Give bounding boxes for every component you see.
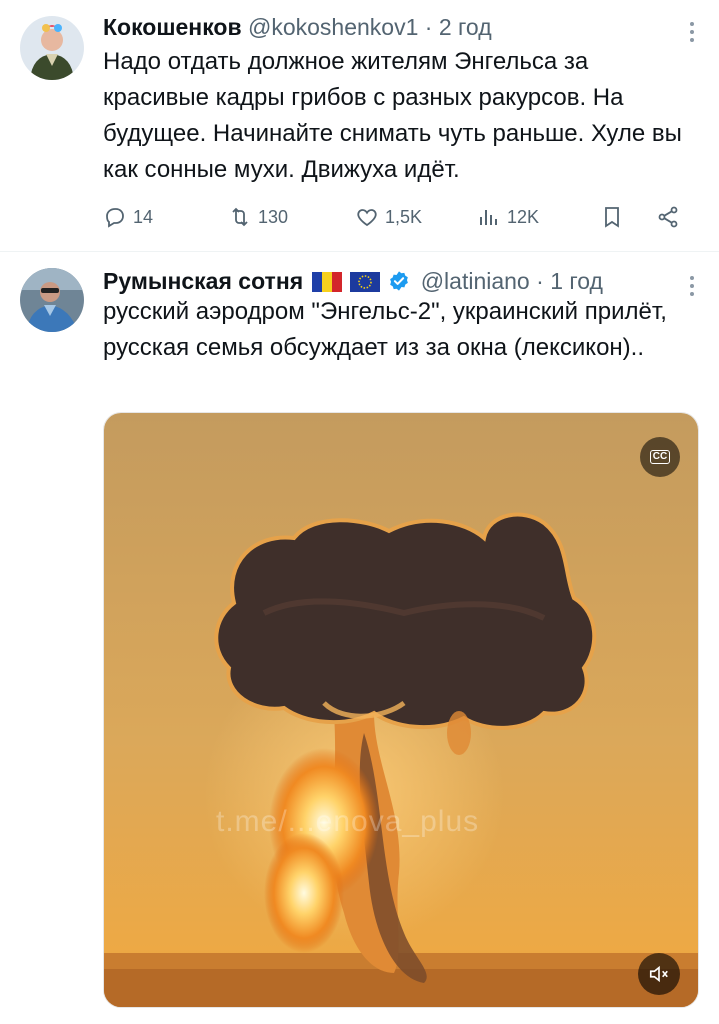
avatar[interactable] (20, 16, 84, 80)
share-button[interactable] (656, 200, 686, 234)
reply-icon (106, 208, 124, 228)
mute-button[interactable] (638, 953, 680, 995)
author-handle[interactable]: @kokoshenkov1 (248, 14, 418, 40)
mute-icon (649, 965, 668, 983)
repost-count: 130 (258, 206, 289, 227)
more-icon[interactable] (687, 22, 697, 42)
bookmark-button[interactable] (600, 200, 630, 234)
avatar[interactable] (20, 268, 84, 332)
tweet-text: русский аэродром "Энгельс-2", украинский… (103, 298, 667, 361)
tweet-header: Румынская сотня @latiniano · 1 год (103, 266, 669, 296)
separator: · (424, 14, 433, 40)
reply-count: 14 (133, 206, 154, 227)
author-name[interactable]: Румынская сотня (103, 268, 303, 294)
author-name[interactable]: Кокошенков (103, 14, 242, 40)
like-count: 1,5K (385, 206, 423, 227)
separator: · (536, 268, 544, 294)
tweet[interactable]: Кокошенков @kokoshenkov1 · 2 год Надо от… (0, 0, 719, 252)
like-icon (357, 209, 377, 227)
views-icon (480, 210, 497, 225)
tweet-text: Надо отдать должное жителям Энгельса за … (103, 48, 682, 183)
tweet[interactable]: Румынская сотня @latiniano · 1 год русск… (0, 252, 719, 1024)
views-button[interactable]: 12K (477, 200, 539, 234)
action-bar: 14 130 1,5K 12K (103, 200, 693, 234)
tweet-header: Кокошенков @kokoshenkov1 · 2 год (103, 12, 669, 42)
like-button[interactable]: 1,5K (355, 200, 422, 234)
flag-romania-icon (311, 272, 342, 292)
bookmark-icon (605, 207, 619, 228)
video-frame (104, 413, 698, 1007)
author-handle[interactable]: @latiniano (421, 268, 530, 294)
timestamp[interactable]: 2 год (439, 14, 492, 40)
reply-button[interactable]: 14 (103, 200, 153, 234)
flag-eu-icon (349, 272, 380, 292)
views-count: 12K (507, 206, 540, 227)
cc-icon: CC (649, 450, 671, 464)
verified-icon (390, 271, 409, 291)
video-player[interactable]: t.me/...enova_plus CC (103, 412, 699, 1008)
more-icon[interactable] (687, 276, 697, 296)
repost-button[interactable]: 130 (228, 200, 288, 234)
captions-button[interactable]: CC (640, 437, 680, 477)
video-watermark: t.me/...enova_plus (216, 805, 480, 838)
share-icon (658, 206, 678, 228)
timestamp[interactable]: 1 год (550, 268, 603, 294)
repost-icon (232, 207, 248, 227)
